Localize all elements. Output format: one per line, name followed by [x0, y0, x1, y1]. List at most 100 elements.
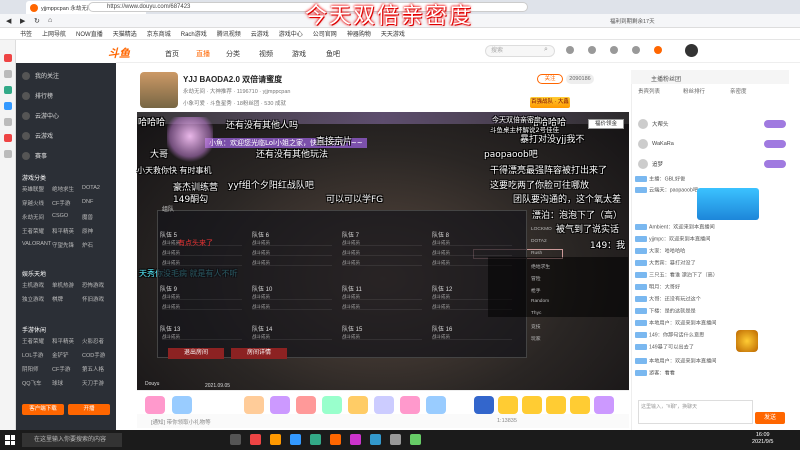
exit-room-button[interactable]: 退出房间 — [168, 348, 224, 359]
taskbar-search-input[interactable]: 在这里输入你要搜索的内容 — [22, 433, 122, 447]
gift-icon[interactable] — [322, 396, 342, 414]
bookmark-item[interactable]: 上网导航 — [42, 29, 66, 38]
category-link[interactable]: 主机游戏 — [22, 281, 52, 289]
search-icon[interactable]: ⌕ — [544, 46, 548, 54]
category-link[interactable]: CF手游 — [52, 365, 82, 373]
bookmark-item[interactable]: 京东商城 — [147, 29, 171, 38]
message-icon[interactable] — [632, 46, 640, 54]
bookmark-item[interactable]: NOW直播 — [76, 29, 103, 38]
room-list-item[interactable]: LOCKMO — [531, 227, 552, 232]
category-link[interactable]: 阴阳师 — [22, 365, 52, 373]
gift-icon[interactable] — [400, 396, 420, 414]
user-avatar[interactable] — [685, 44, 698, 57]
windows-start-icon[interactable] — [5, 435, 15, 445]
bookmark-item[interactable]: 游戏中心 — [279, 29, 303, 38]
room-list-item[interactable]: DOTA2 — [531, 239, 547, 244]
team-slot[interactable]: 战斗成员 — [252, 240, 332, 246]
nav-fishbar[interactable]: 鱼吧 — [326, 49, 340, 59]
team-label[interactable]: 队伍 15 — [342, 324, 362, 333]
weibo-icon[interactable] — [4, 134, 12, 142]
nav-home[interactable]: 首页 — [165, 49, 179, 59]
task-button[interactable]: 福价领金 — [588, 119, 624, 129]
team-label[interactable]: 队伍 5 — [160, 230, 177, 239]
sidebar-item-esports[interactable]: 赛事 — [22, 151, 47, 160]
sidebar-item-cloud[interactable]: 云游中心 — [22, 111, 59, 120]
category-link[interactable]: 天刀手游 — [82, 379, 112, 387]
tab-fans-rank[interactable]: 粉丝排行 — [683, 87, 705, 95]
category-link[interactable]: 恐怖游戏 — [82, 281, 112, 289]
category-link[interactable]: CF手游 — [52, 199, 82, 207]
bookmark-item[interactable]: 天天游戏 — [381, 29, 405, 38]
team-label[interactable]: 队伍 14 — [252, 324, 272, 333]
team-label[interactable]: 队伍 7 — [342, 230, 359, 239]
browser-promo-label[interactable]: 福利到期剩余17天 — [610, 17, 655, 25]
tab-vip[interactable]: 贵宾列表 — [638, 87, 660, 95]
category-link[interactable]: 炉石 — [82, 241, 112, 249]
bookmark-item[interactable]: 公司官网 — [313, 29, 337, 38]
room-list-item[interactable]: 竞技 — [531, 323, 541, 330]
streamer-avatar[interactable] — [140, 72, 178, 108]
gift-icon[interactable] — [374, 396, 394, 414]
category-link[interactable]: CSGO — [52, 213, 82, 221]
gift-icon[interactable] — [498, 396, 518, 414]
team-label[interactable]: 队伍 9 — [160, 284, 177, 293]
room-list-item[interactable]: Random — [531, 299, 549, 304]
system-clock[interactable]: 16:09 2021/9/5 — [752, 432, 773, 446]
nav-category[interactable]: 分类 — [226, 49, 240, 59]
wechat-icon[interactable] — [4, 86, 12, 94]
team-slot[interactable]: 战斗成员 — [342, 250, 422, 256]
team-slot[interactable]: 战斗成员 — [252, 304, 332, 310]
download-icon[interactable] — [566, 46, 574, 54]
task-view-icon[interactable] — [230, 434, 241, 445]
qq-icon[interactable] — [4, 102, 12, 110]
rank-row[interactable]: 大帮头 — [638, 118, 786, 130]
team-label[interactable]: 队伍 16 — [432, 324, 452, 333]
team-slot[interactable]: 战斗成员 — [162, 304, 242, 310]
team-slot[interactable]: 战斗成员 — [162, 294, 242, 300]
category-link[interactable]: 永劫无间 — [22, 213, 52, 221]
refresh-icon[interactable]: ↻ — [34, 17, 40, 25]
app-icon[interactable] — [390, 434, 401, 445]
team-label[interactable]: 队伍 8 — [432, 230, 449, 239]
bookmark-item[interactable]: Rach游戏 — [181, 29, 207, 38]
team-label[interactable]: 队伍 10 — [252, 284, 272, 293]
nav-live[interactable]: 直播 — [196, 49, 210, 59]
gift-icon[interactable] — [474, 396, 494, 414]
category-link[interactable]: 单机热游 — [52, 281, 82, 289]
douyu-logo[interactable]: 斗鱼 — [108, 45, 130, 61]
sidebar-item-follow[interactable]: 我的关注 — [22, 71, 59, 80]
category-link[interactable]: 火影忍者 — [82, 337, 112, 345]
category-link[interactable]: 和平精英 — [52, 227, 82, 235]
category-link[interactable]: 独立游戏 — [22, 295, 52, 303]
room-details-button[interactable]: 房间详情 — [231, 348, 287, 359]
fan-club-title[interactable]: 主播粉丝团 — [651, 74, 681, 83]
team-slot[interactable]: 战斗成员 — [162, 334, 242, 340]
follow-button[interactable]: 关注 — [537, 74, 563, 84]
team-slot[interactable]: 战斗成员 — [342, 304, 422, 310]
follow-icon[interactable] — [610, 46, 618, 54]
category-link[interactable]: 英雄联盟 — [22, 185, 52, 193]
gift-icon[interactable] — [348, 396, 368, 414]
room-list-item[interactable]: 枪手 — [531, 287, 541, 294]
category-link[interactable]: COD手游 — [82, 351, 112, 359]
team-slot[interactable]: 战斗成员 — [432, 250, 512, 256]
room-list-item[interactable]: 冒险 — [531, 275, 541, 282]
back-icon[interactable]: ◀ — [6, 17, 11, 25]
category-link[interactable]: 绝地求生 — [52, 185, 82, 193]
category-link[interactable]: 守望先锋 — [52, 241, 82, 249]
team-label[interactable]: 队伍 6 — [252, 230, 269, 239]
team-slot[interactable]: 战斗成员 — [342, 294, 422, 300]
chat-input[interactable]: 这里输入，“#聊”，换聊天 — [638, 400, 753, 424]
category-link[interactable]: 魔兽 — [82, 213, 112, 221]
team-label[interactable]: 队伍 12 — [432, 284, 452, 293]
team-slot[interactable]: 战斗成员 — [252, 334, 332, 340]
sidebar-item-cloudgame[interactable]: 云游戏 — [22, 131, 53, 140]
room-list-item[interactable]: 玩家 — [531, 335, 541, 342]
category-link[interactable]: DNF — [82, 199, 112, 207]
bookmark-item[interactable]: 腾讯视频 — [217, 29, 241, 38]
category-link[interactable]: 金铲铲 — [52, 351, 82, 359]
send-button[interactable]: 发送 — [755, 412, 785, 424]
gift-icon[interactable] — [244, 396, 264, 414]
category-link[interactable]: 王者荣耀 — [22, 227, 52, 235]
team-slot[interactable]: 战斗成员 — [432, 240, 512, 246]
